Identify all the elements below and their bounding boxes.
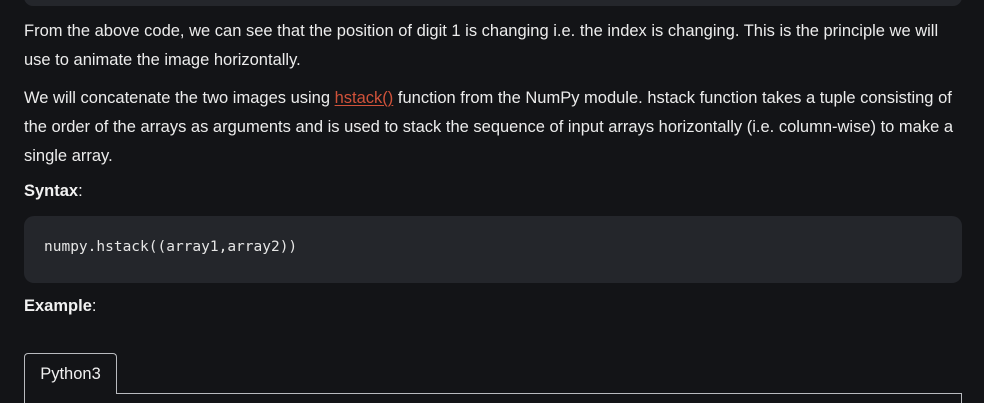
syntax-code: numpy.hstack((array1,array2)) [44,239,298,255]
hstack-link[interactable]: hstack() [335,89,394,107]
paragraph-position-explanation: From the above code, we can see that the… [24,22,939,69]
previous-code-block [24,0,962,6]
paragraph-hstack-explanation: We will concatenate the two images using… [24,84,954,171]
tab-python3[interactable]: Python3 [24,353,117,394]
syntax-heading-label: Syntax [24,182,79,200]
syntax-code-block: numpy.hstack((array1,array2)) [24,216,962,283]
syntax-heading: Syntax: [24,182,83,201]
example-heading: Example: [24,297,96,316]
example-heading-colon: : [91,297,97,315]
syntax-heading-colon: : [78,182,83,200]
code-tab-panel [24,393,962,403]
paragraph-text-before-link: We will concatenate the two images using [24,89,335,107]
example-heading-label: Example [24,297,92,315]
